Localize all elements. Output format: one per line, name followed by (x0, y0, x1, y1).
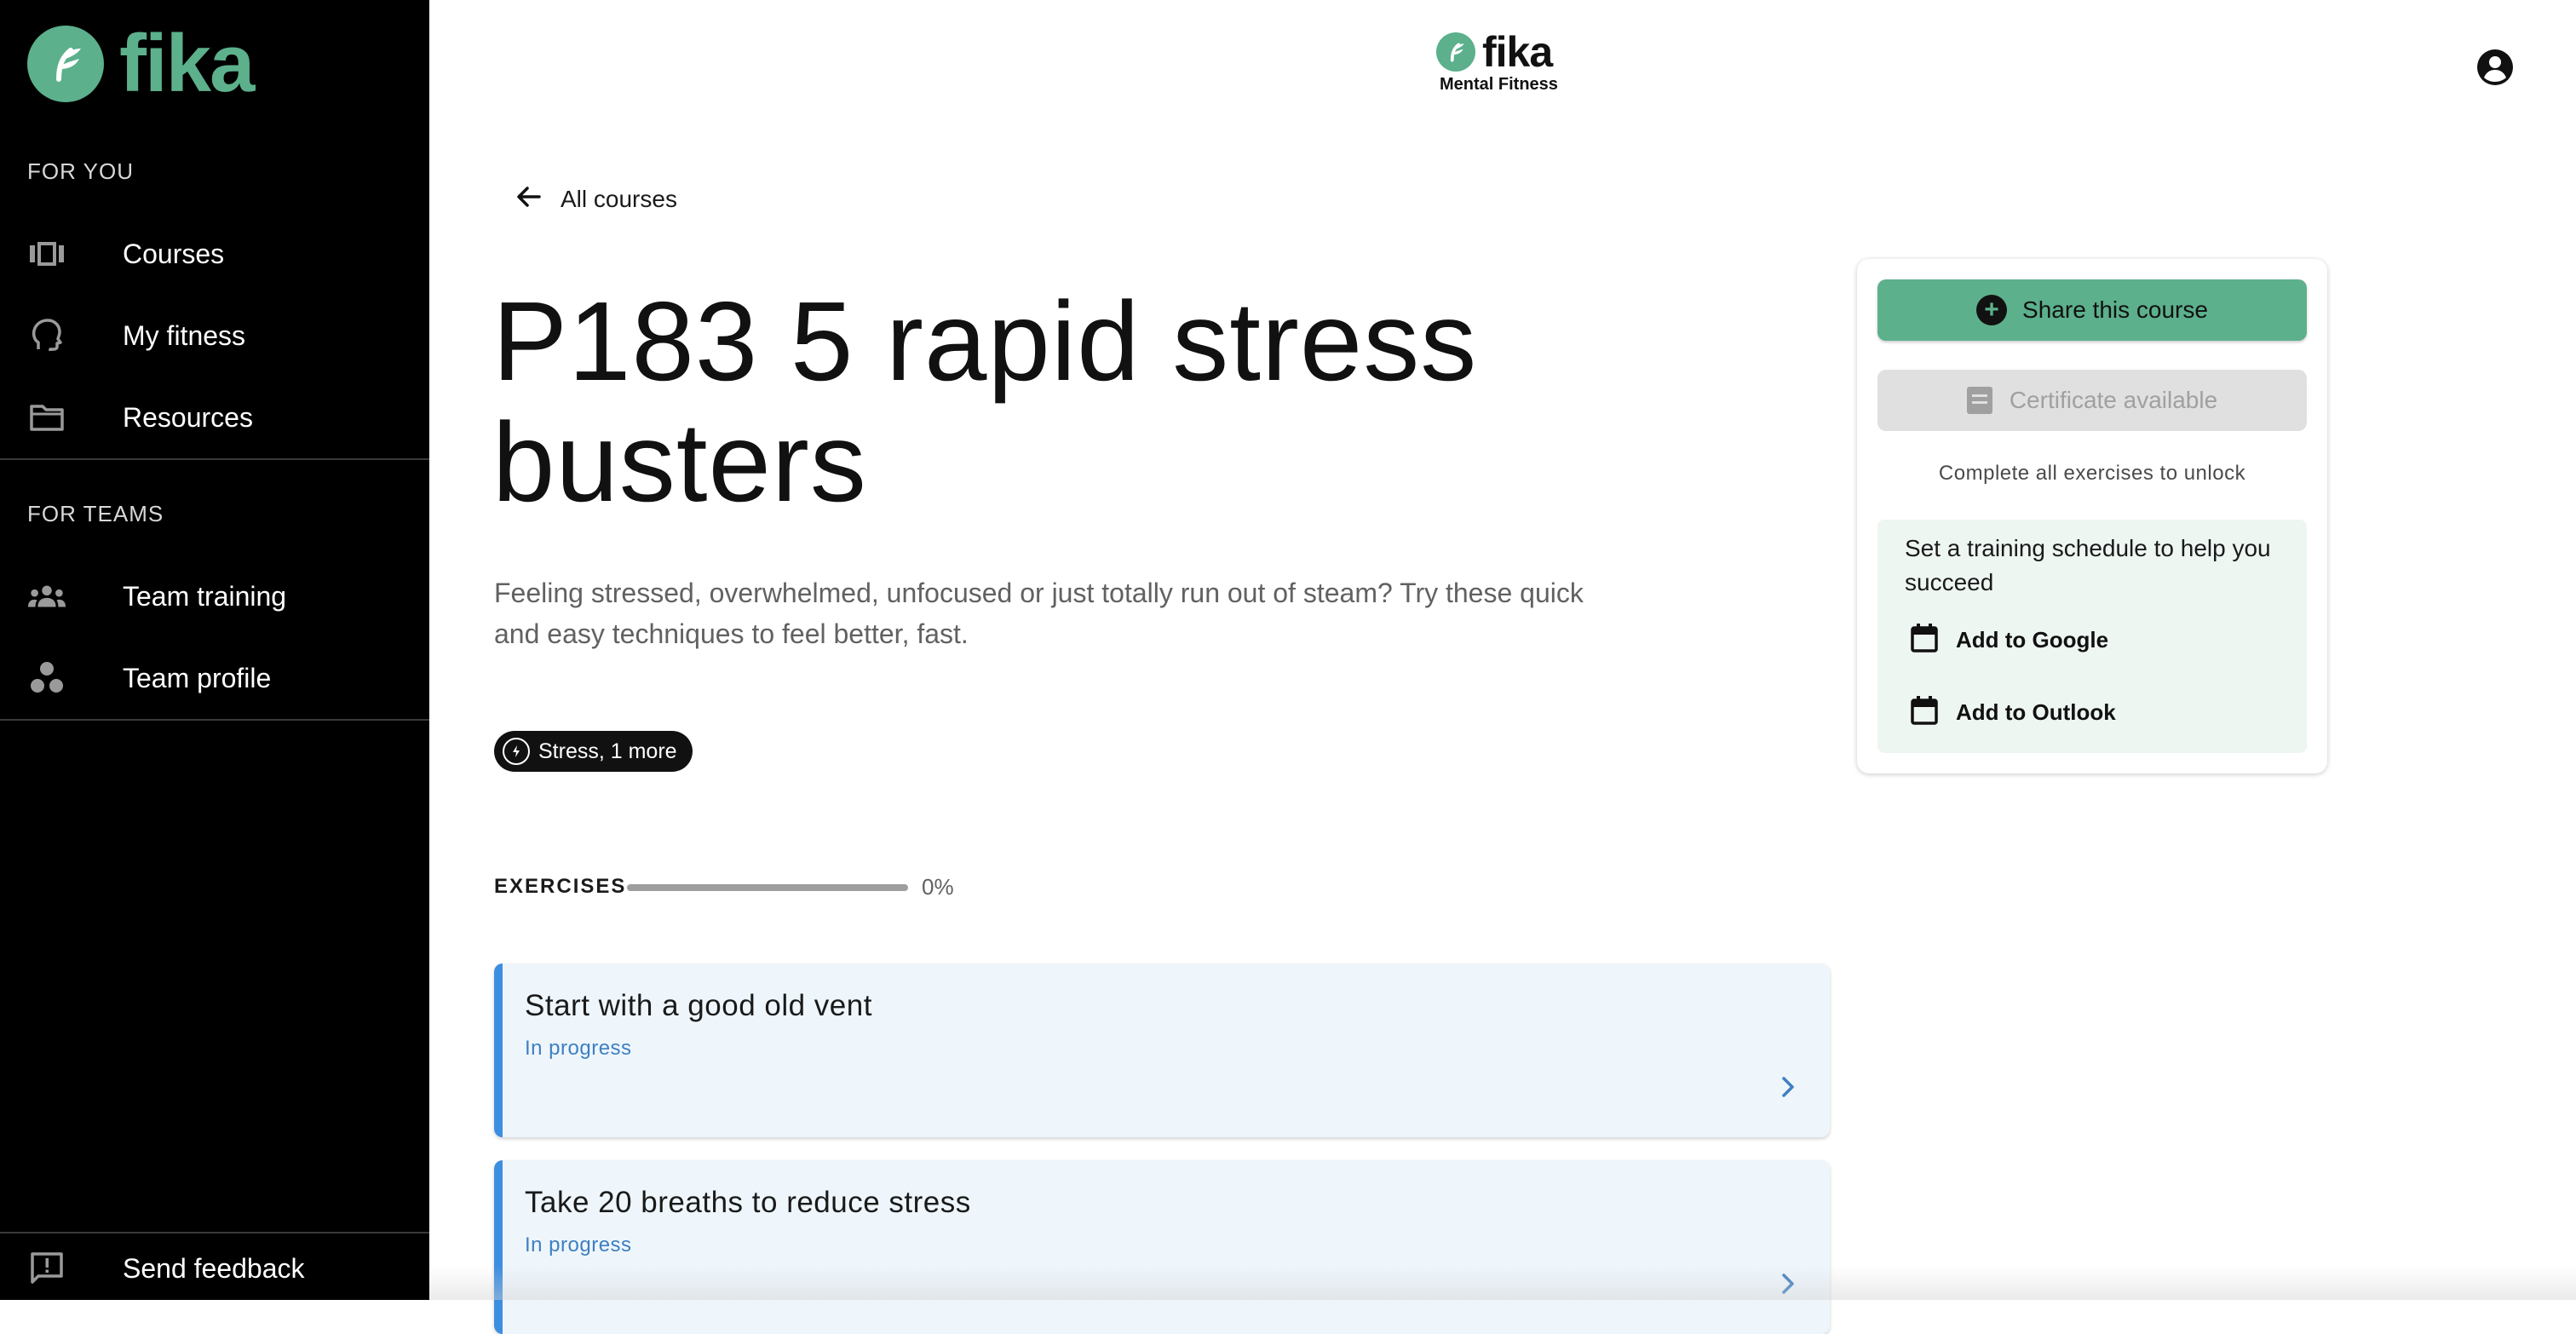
course-actions-panel: + Share this course Certificate availabl… (1857, 259, 2327, 773)
share-course-label: Share this course (2022, 296, 2208, 323)
sidebar-item-team-profile[interactable]: Team profile (0, 641, 429, 716)
certificate-label: Certificate available (2009, 387, 2218, 413)
topic-tag-label: Stress, 1 more (538, 739, 677, 763)
sidebar-item-label: Team training (123, 580, 287, 612)
course-title: P183 5 rapid stress busters (492, 279, 1478, 525)
exercise-card[interactable]: Take 20 breaths to reduce stress In prog… (494, 1160, 1830, 1334)
sidebar-item-label: My fitness (123, 319, 246, 351)
arrow-back-icon (515, 182, 543, 216)
header-brand[interactable]: fika Mental Fitness (1436, 31, 1573, 99)
exercise-title: Start with a good old vent (525, 989, 872, 1022)
exercise-card[interactable]: Start with a good old vent In progress (494, 963, 1830, 1137)
unlock-note: Complete all exercises to unlock (1938, 462, 2246, 485)
document-icon (1966, 387, 1992, 414)
exercise-status: In progress (525, 1233, 632, 1256)
certificate-button: Certificate available (1877, 370, 2307, 431)
training-schedule-box: Set a training schedule to help you succ… (1877, 520, 2307, 753)
add-to-outlook-label: Add to Outlook (1956, 699, 2116, 725)
sidebar-item-team-training[interactable]: Team training (0, 559, 429, 634)
people-icon (27, 577, 66, 616)
feedback-icon (27, 1249, 66, 1288)
sidebar: fika FOR YOU Courses My fitness Resource… (0, 0, 429, 1300)
sidebar-item-label: Resources (123, 401, 253, 433)
exercises-progress-text: 0% (922, 874, 954, 900)
add-to-google-button[interactable]: Add to Google (1910, 618, 2108, 661)
brand-name: fika (119, 18, 255, 109)
head-icon (27, 316, 66, 355)
exercises-label: EXERCISES (494, 875, 627, 898)
sidebar-logo[interactable]: fika (27, 18, 255, 109)
topic-tag-chip[interactable]: Stress, 1 more (494, 731, 693, 772)
add-circle-icon: + (1976, 295, 2008, 325)
all-courses-link[interactable]: All courses (515, 182, 677, 216)
sidebar-divider (0, 719, 429, 721)
account-circle-icon[interactable] (2475, 48, 2515, 87)
schedule-prompt: Set a training schedule to help you succ… (1905, 535, 2271, 595)
sidebar-item-my-fitness[interactable]: My fitness (0, 298, 429, 373)
sidebar-item-label: Team profile (123, 662, 272, 693)
chevron-right-icon (1775, 1271, 1801, 1297)
header-brand-name: fika (1482, 28, 1553, 76)
chevron-right-icon (1775, 1074, 1801, 1100)
header-tagline: Mental Fitness (1440, 75, 1558, 94)
sidebar-item-courses[interactable]: Courses (0, 216, 429, 291)
fika-logo-icon (27, 26, 104, 102)
sidebar-item-label: Courses (123, 238, 225, 269)
section-label-for-you: FOR YOU (27, 158, 134, 184)
sidebar-divider (0, 1232, 429, 1233)
sidebar-item-resources[interactable]: Resources (0, 380, 429, 455)
send-feedback-label: Send feedback (123, 1252, 305, 1284)
exercises-progress-bar (627, 884, 908, 891)
sidebar-divider (0, 458, 429, 460)
add-to-outlook-button[interactable]: Add to Outlook (1910, 691, 2116, 733)
all-courses-label: All courses (561, 185, 677, 212)
share-course-button[interactable]: + Share this course (1877, 279, 2307, 341)
folder-icon (27, 398, 66, 437)
fika-logo-icon (1436, 32, 1475, 72)
courses-icon (27, 234, 66, 273)
add-to-google-label: Add to Google (1956, 626, 2109, 653)
stress-icon (503, 738, 530, 765)
exercise-status: In progress (525, 1037, 632, 1060)
exercise-title: Take 20 breaths to reduce stress (525, 1186, 971, 1219)
calendar-icon (1910, 623, 1939, 658)
course-description: Feeling stressed, overwhelmed, unfocused… (494, 578, 1584, 649)
calendar-icon (1910, 695, 1939, 730)
section-label-for-teams: FOR TEAMS (27, 501, 164, 526)
send-feedback-button[interactable]: Send feedback (0, 1237, 429, 1300)
team-profile-icon (27, 658, 66, 698)
